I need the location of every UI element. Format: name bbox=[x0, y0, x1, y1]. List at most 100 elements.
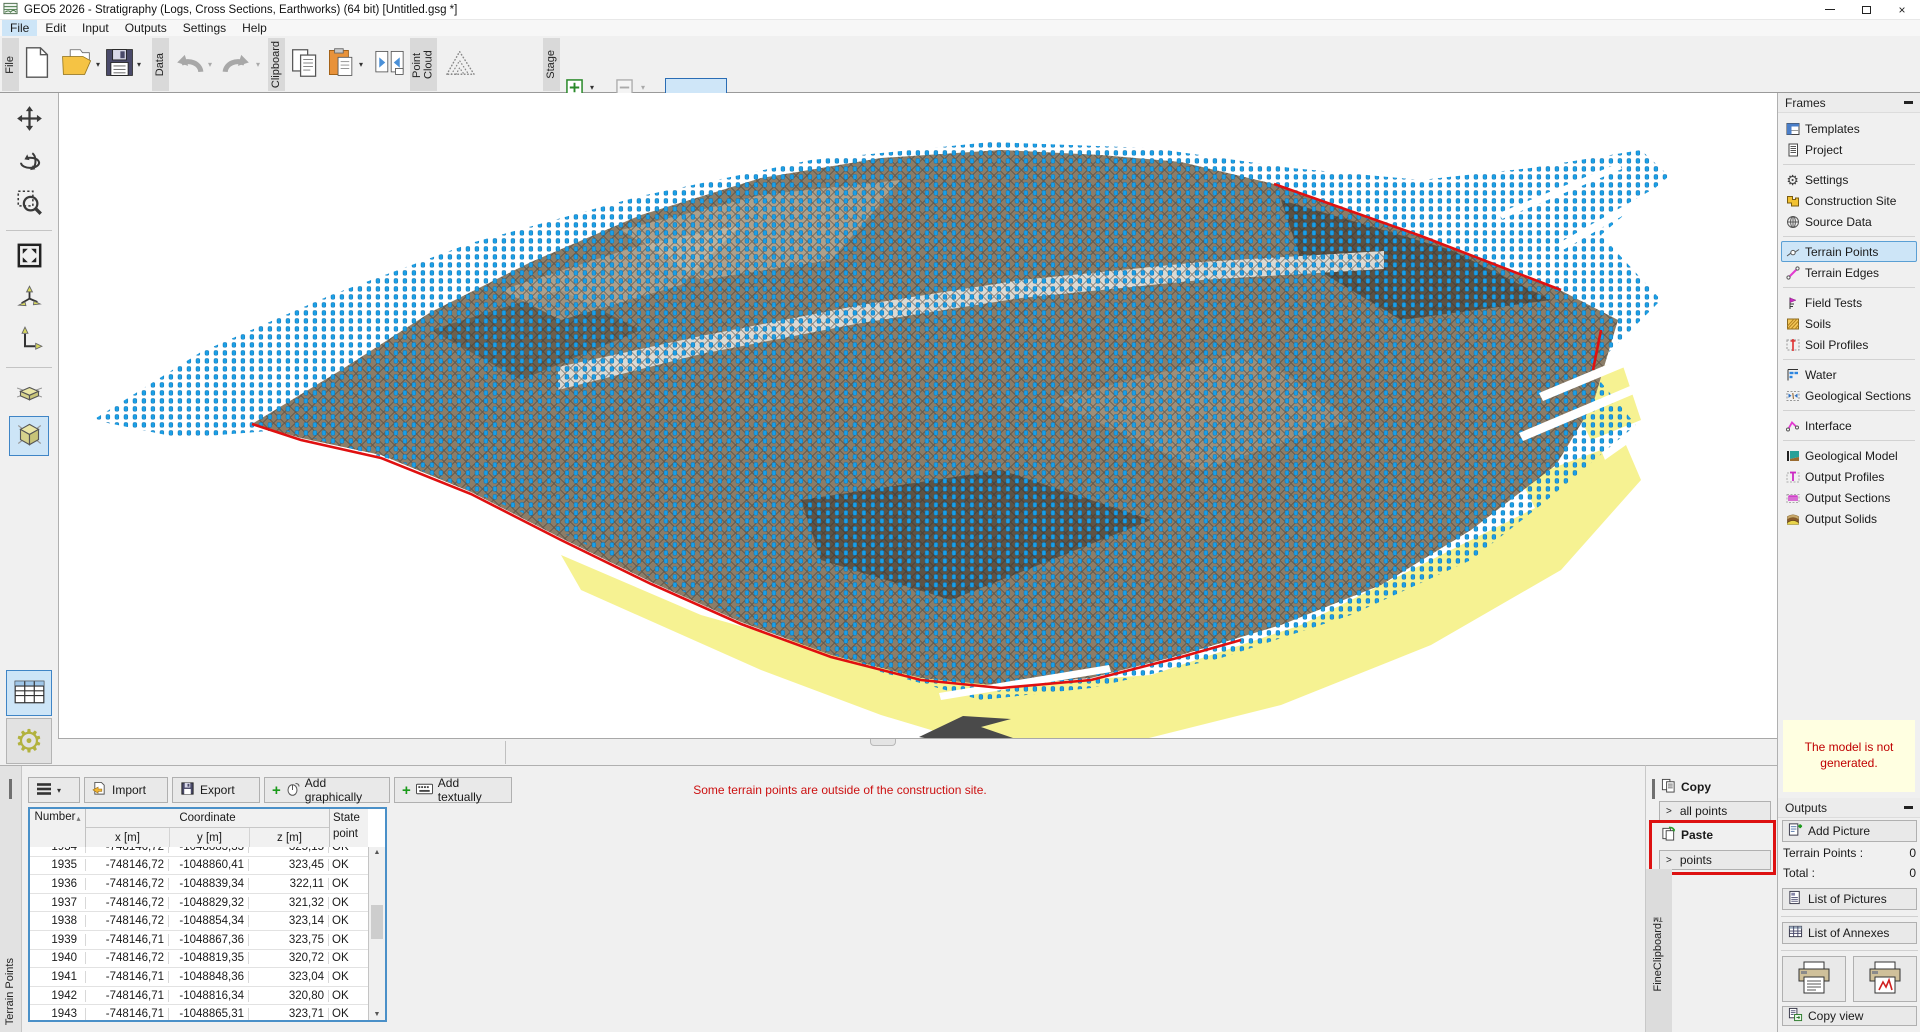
scroll-up-icon[interactable]: ▲ bbox=[374, 849, 381, 856]
table-menu-button[interactable]: ▾ bbox=[28, 777, 80, 803]
menu-item-settings[interactable]: Settings bbox=[175, 20, 234, 36]
import-button[interactable]: Import bbox=[84, 777, 168, 803]
undo-button[interactable]: ▾ bbox=[172, 40, 212, 88]
add-textually-button[interactable]: + Add textually bbox=[394, 777, 512, 803]
frames-item-construction-site[interactable]: Construction Site bbox=[1781, 190, 1917, 211]
add-picture-button[interactable]: Add Picture bbox=[1782, 820, 1917, 842]
view-settings-gear-button[interactable]: ⚙ bbox=[6, 718, 52, 764]
menu-item-input[interactable]: Input bbox=[74, 20, 117, 36]
menu-item-edit[interactable]: Edit bbox=[37, 20, 74, 36]
rotate-tool-button[interactable] bbox=[9, 142, 49, 182]
frames-item-output-profiles[interactable]: Output Profiles bbox=[1781, 466, 1917, 487]
outputs-panel-title: Outputs bbox=[1785, 801, 1827, 815]
table-row[interactable]: 1937-748146,72-1048829,32321,32OK bbox=[30, 894, 368, 913]
frames-item-source-data[interactable]: Source Data bbox=[1781, 211, 1917, 232]
print-report-button[interactable] bbox=[1853, 956, 1917, 1002]
perspective-view-tool-button[interactable] bbox=[9, 374, 49, 414]
3d-viewport[interactable] bbox=[58, 93, 1777, 738]
copy-view-button[interactable]: Copy view bbox=[1782, 1006, 1917, 1026]
fit-view-tool-button[interactable] bbox=[9, 237, 49, 277]
cell-y: -1048839,34 bbox=[169, 878, 249, 890]
cell-y: -1048883,33 bbox=[169, 847, 249, 853]
frames-item-terrain-edges[interactable]: Terrain Edges bbox=[1781, 262, 1917, 283]
copy-all-points-button[interactable]: > all points bbox=[1659, 801, 1771, 821]
axonometry-view-tool-button[interactable] bbox=[9, 416, 49, 456]
export-button[interactable]: Export bbox=[172, 777, 260, 803]
table-row[interactable]: 1936-748146,72-1048839,34322,11OK bbox=[30, 875, 368, 894]
paste-button[interactable]: ▾ bbox=[326, 40, 363, 88]
list-of-annexes-button[interactable]: List of Annexes bbox=[1782, 922, 1917, 944]
print-button[interactable] bbox=[1782, 956, 1846, 1002]
table-row[interactable]: 1938-748146,72-1048854,34323,14OK bbox=[30, 912, 368, 931]
terrain-points-table: Number ▴ Coordinate State point x [m] y … bbox=[28, 807, 387, 1022]
scrollbar-thumb[interactable] bbox=[371, 905, 383, 939]
table-row[interactable]: 1943-748146,71-1048865,31323,71OK bbox=[30, 1005, 368, 1020]
add-stage-caret[interactable]: ▾ bbox=[590, 83, 594, 92]
frames-item-terrain-points[interactable]: Terrain Points bbox=[1781, 241, 1917, 262]
table-view-button[interactable] bbox=[6, 670, 52, 716]
column-header-y[interactable]: y [m] bbox=[169, 828, 249, 847]
column-header-coordinate[interactable]: Coordinate bbox=[86, 809, 329, 828]
minimize-button[interactable] bbox=[1812, 0, 1848, 19]
table-row[interactable]: 1934-748146,72-1048883,33325,15OK bbox=[30, 847, 368, 857]
point-cloud-button[interactable] bbox=[444, 40, 477, 88]
source-data-icon bbox=[1785, 215, 1800, 229]
geological-sections-icon bbox=[1785, 389, 1800, 403]
maximize-button[interactable] bbox=[1848, 0, 1884, 19]
column-header-state[interactable]: State point bbox=[329, 809, 368, 847]
menu-item-help[interactable]: Help bbox=[234, 20, 275, 36]
scroll-down-icon[interactable]: ▼ bbox=[374, 1011, 381, 1018]
zoom-window-tool-button[interactable] bbox=[9, 184, 49, 224]
compare-data-button[interactable] bbox=[374, 40, 405, 88]
column-header-x[interactable]: x [m] bbox=[86, 828, 169, 847]
table-row[interactable]: 1941-748146,71-1048848,36323,04OK bbox=[30, 968, 368, 987]
frames-item-geological-model[interactable]: Geological Model bbox=[1781, 445, 1917, 466]
menu-item-file[interactable]: File bbox=[2, 20, 37, 36]
redo-button[interactable]: ▾ bbox=[220, 40, 260, 88]
copy-button[interactable] bbox=[290, 40, 320, 88]
table-row[interactable]: 1935-748146,72-1048860,41323,45OK bbox=[30, 857, 368, 876]
collapse-frames-panel-icon[interactable] bbox=[1904, 101, 1913, 104]
menu-item-outputs[interactable]: Outputs bbox=[117, 20, 175, 36]
axes-2d-tool-button[interactable] bbox=[9, 321, 49, 361]
column-header-z[interactable]: z [m] bbox=[249, 828, 329, 847]
panel-splitter-handle[interactable] bbox=[870, 739, 896, 746]
frames-item-soils[interactable]: Soils bbox=[1781, 313, 1917, 334]
frames-item-project[interactable]: Project bbox=[1781, 139, 1917, 160]
remove-stage-caret: ▾ bbox=[641, 83, 645, 92]
frames-item-geological-sections[interactable]: Geological Sections bbox=[1781, 385, 1917, 406]
frames-item-output-sections[interactable]: Output Sections bbox=[1781, 487, 1917, 508]
frames-item-water[interactable]: Water bbox=[1781, 364, 1917, 385]
frames-item-field-tests[interactable]: Field Tests bbox=[1781, 292, 1917, 313]
list-of-pictures-button[interactable]: List of Pictures bbox=[1782, 888, 1917, 910]
status-strip-divider bbox=[505, 741, 506, 764]
save-dropdown-caret-icon[interactable]: ▾ bbox=[137, 60, 141, 69]
paste-points-button[interactable]: > points bbox=[1659, 850, 1771, 870]
table-row[interactable]: 1942-748146,71-1048816,34320,80OK bbox=[30, 987, 368, 1006]
frames-item-templates[interactable]: Templates bbox=[1781, 118, 1917, 139]
frames-item-output-solids[interactable]: Output Solids bbox=[1781, 508, 1917, 529]
frames-item-settings[interactable]: ⚙Settings bbox=[1781, 169, 1917, 190]
save-file-button[interactable]: ▾ bbox=[104, 40, 141, 88]
frames-item-soil-profiles[interactable]: Soil Profiles bbox=[1781, 334, 1917, 355]
new-file-button[interactable] bbox=[24, 40, 50, 88]
fine-clipboard-panel: Copy > all points Paste > points FineCli… bbox=[1645, 765, 1777, 1032]
collapse-outputs-panel-icon[interactable] bbox=[1904, 806, 1913, 809]
panel-grip-handle[interactable] bbox=[9, 779, 12, 799]
close-button[interactable]: × bbox=[1884, 0, 1920, 19]
open-dropdown-caret-icon[interactable]: ▾ bbox=[96, 60, 100, 69]
add-graphically-button[interactable]: + Add graphically bbox=[264, 777, 390, 803]
pan-tool-button[interactable] bbox=[9, 100, 49, 140]
column-header-number[interactable]: Number ▴ bbox=[30, 809, 86, 847]
table-row[interactable]: 1939-748146,71-1048867,36323,75OK bbox=[30, 931, 368, 950]
table-row[interactable]: 1940-748146,72-1048819,35320,72OK bbox=[30, 950, 368, 969]
axes-3d-tool-button[interactable] bbox=[9, 279, 49, 319]
add-plus-icon: + bbox=[272, 782, 281, 799]
panel-grip-handle[interactable] bbox=[1652, 779, 1655, 799]
add-picture-label: Add Picture bbox=[1808, 824, 1870, 838]
paste-dropdown-caret-icon[interactable]: ▾ bbox=[359, 60, 363, 69]
open-file-button[interactable]: ▾ bbox=[60, 40, 100, 88]
frames-item-interface[interactable]: Interface bbox=[1781, 415, 1917, 436]
terrain-points-side-tab[interactable]: Terrain Points bbox=[0, 766, 22, 1032]
table-scrollbar[interactable]: ▲ ▼ bbox=[368, 847, 385, 1020]
